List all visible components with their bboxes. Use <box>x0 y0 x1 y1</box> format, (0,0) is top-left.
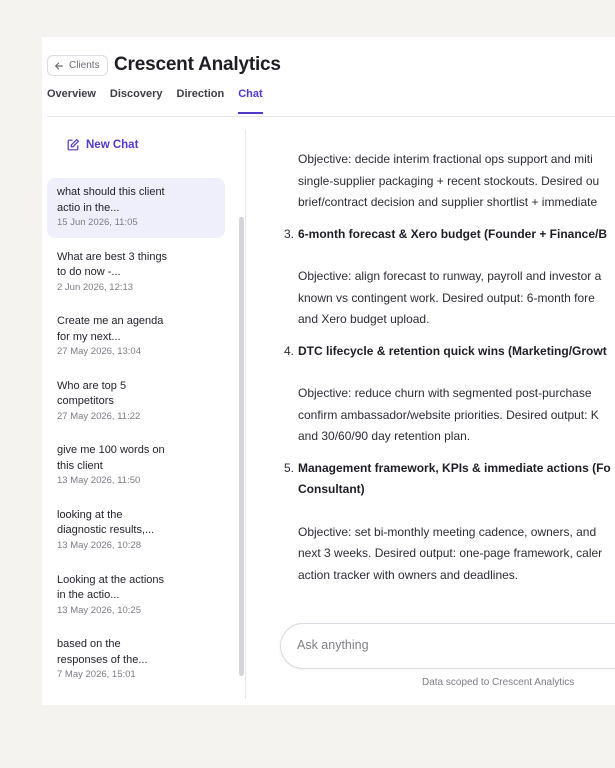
chat-history-item[interactable]: what should this client actio in the... … <box>47 178 225 238</box>
chat-title: Who are top 5 competitors <box>57 379 127 408</box>
list-item-title: 6-month forecast & Xero budget (Founder … <box>298 226 608 241</box>
tabs-divider <box>47 116 615 117</box>
chat-history-item[interactable]: Looking at the actions in the actio... 1… <box>47 566 225 626</box>
message-line: Objective: set bi-monthly meeting cadenc… <box>298 524 597 539</box>
chat-date: 15 Jun 2026, 11:05 <box>57 217 138 228</box>
list-item-heading: 4. DTC lifecycle & retention quick wins (… <box>284 341 615 363</box>
message-line: known vs contingent work. Desired output… <box>298 290 595 305</box>
chat-date: 2 Jun 2026, 12:13 <box>57 281 134 293</box>
chat-title: Looking at the actions in the actio... <box>57 573 165 602</box>
ask-input[interactable] <box>297 638 597 652</box>
list-number: 5. <box>284 460 295 475</box>
list-item-heading-cont: Consultant) <box>298 482 365 496</box>
list-item-heading: 3. 6-month forecast & Xero budget (Founde… <box>284 224 615 246</box>
chat-date: 13 May 2026, 11:50 <box>57 475 141 487</box>
message-line: Objective: align forecast to runway, pay… <box>298 269 602 283</box>
chat-title: what should this client actio in the... <box>57 186 165 214</box>
chat-title: give me 100 words on this client <box>57 444 165 472</box>
chat-sidebar: New Chat what should this client actio i… <box>47 129 245 699</box>
message-line: and Xero budget upload. <box>298 312 430 326</box>
chat-date: 13 May 2026, 10:25 <box>57 604 141 616</box>
back-button-label: Clients <box>69 60 100 71</box>
message-line: Objective: decide interim fractional ops… <box>298 152 593 166</box>
chat-main: Objective: decide interim fractional ops… <box>246 129 615 699</box>
chat-history-item[interactable]: looking at the diagnostic results,... 13… <box>47 501 225 561</box>
message-line: single-supplier packaging + recent stock… <box>298 173 600 188</box>
chat-composer[interactable] <box>280 623 615 669</box>
list-item-heading: 5. Management framework, KPIs & immediate… <box>284 458 615 480</box>
list-item-title: DTC lifecycle & retention quick wins (Ma… <box>298 343 607 358</box>
tab-overview[interactable]: Overview <box>47 88 96 114</box>
chat-date: 7 May 2026, 15:01 <box>57 669 136 681</box>
client-tabs: Overview Discovery Direction Chat <box>47 88 264 114</box>
message-line: action tracker with owners and deadlines… <box>298 567 519 582</box>
tab-discovery[interactable]: Discovery <box>110 88 163 114</box>
chat-history-item[interactable]: Who are top 5 competitors 27 May 2026, 1… <box>47 372 225 432</box>
tab-chat[interactable]: Chat <box>238 88 264 114</box>
client-panel: Clients Crescent Analytics Overview Disc… <box>42 37 615 705</box>
new-chat-label: New Chat <box>86 139 139 151</box>
chat-date: 27 May 2026, 11:22 <box>57 410 141 422</box>
data-scope-note: Data scoped to Crescent Analytics <box>422 677 575 688</box>
message-line: brief/contract decision and supplier sho… <box>298 195 598 209</box>
message-line: next 3 weeks. Desired output: one-page f… <box>298 546 603 560</box>
new-chat-button[interactable]: New Chat <box>66 138 138 152</box>
arrow-left-icon <box>55 62 63 69</box>
chat-date: 27 May 2026, 13:04 <box>57 346 141 358</box>
chat-title: based on the responses of the... <box>57 638 148 666</box>
chat-title: What are best 3 things to do now -... <box>57 250 168 279</box>
chat-history-list: what should this client actio in the... … <box>47 178 225 695</box>
chat-history-item[interactable]: Create me an agenda for my next... 27 Ma… <box>47 307 225 367</box>
scrollbar-thumb[interactable] <box>239 217 244 676</box>
page-title: Crescent Analytics <box>114 54 281 75</box>
edit-icon <box>67 138 80 151</box>
chat-date: 13 May 2026, 10:28 <box>57 539 141 551</box>
list-number: 3. <box>284 226 295 241</box>
back-to-clients-button[interactable]: Clients <box>47 55 108 76</box>
chat-history-item[interactable]: based on the responses of the... 7 May 2… <box>47 630 225 690</box>
chat-list-scrollbar[interactable] <box>239 217 244 676</box>
list-item-title: Management framework, KPIs & immediate a… <box>298 460 611 475</box>
chat-history-item[interactable]: give me 100 words on this client 13 May … <box>47 436 225 496</box>
message-line: confirm ambassador/website priorities. D… <box>298 407 599 422</box>
list-number: 4. <box>284 343 295 358</box>
chat-title: Create me an agenda for my next... <box>57 315 164 343</box>
chat-title: looking at the diagnostic results,... <box>57 508 155 537</box>
message-line: and 30/60/90 day retention plan. <box>298 429 471 443</box>
assistant-message: Objective: decide interim fractional ops… <box>284 149 615 586</box>
tab-direction[interactable]: Direction <box>177 88 225 114</box>
message-line: Objective: reduce churn with segmented p… <box>298 386 592 400</box>
chat-history-item[interactable]: What are best 3 things to do now -... 2 … <box>47 243 225 303</box>
